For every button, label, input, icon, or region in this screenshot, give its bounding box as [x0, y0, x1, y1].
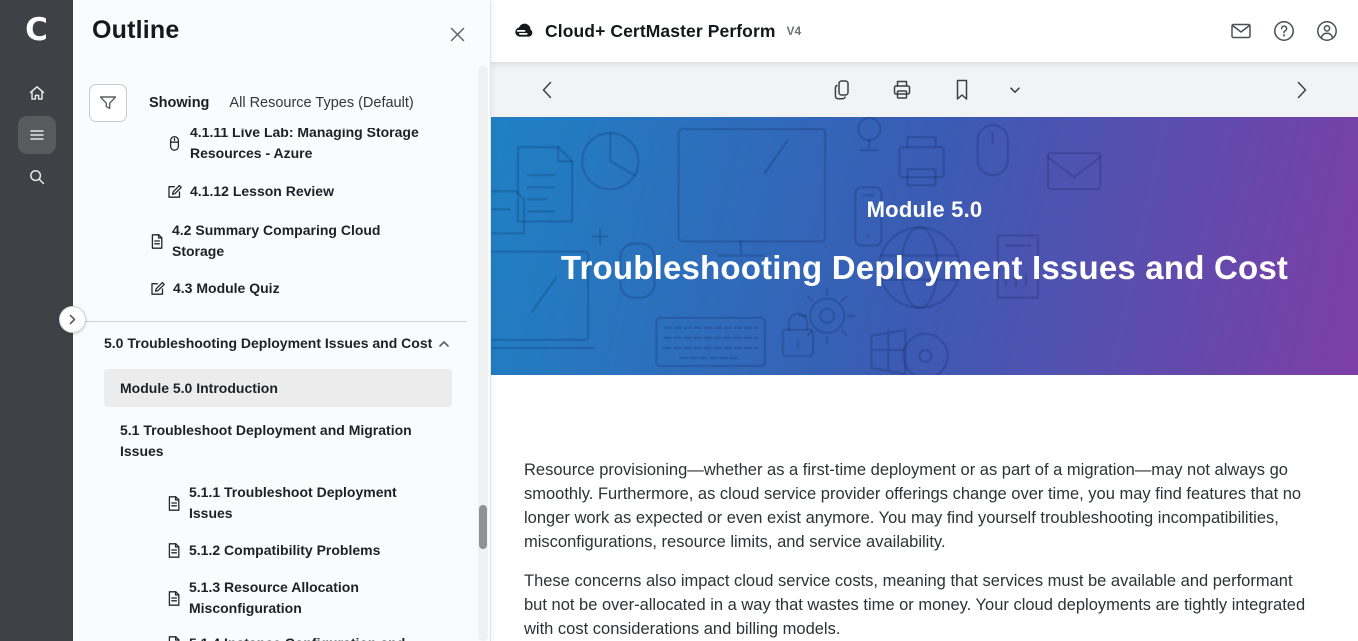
banner-title: Troubleshooting Deployment Issues and Co… — [561, 249, 1288, 287]
chevron-right-icon — [1295, 80, 1309, 100]
product-title: Cloud+ CertMaster Perform — [545, 21, 776, 42]
document-icon — [166, 495, 182, 512]
filter-funnel-icon — [98, 93, 118, 113]
print-button[interactable] — [885, 73, 919, 107]
home-icon — [27, 83, 47, 103]
messages-button[interactable] — [1228, 18, 1254, 44]
outline-collapse-toggle[interactable] — [59, 306, 86, 333]
help-icon — [1272, 19, 1296, 43]
banner-module-label: Module 5.0 — [867, 197, 983, 223]
outline-panel: Outline Showing All Resource Types (Defa… — [73, 0, 491, 641]
outline-item-4-1-11[interactable]: 4.1.11 Live Lab: Managing Storage Resour… — [166, 128, 442, 164]
mouse-icon — [166, 135, 183, 152]
paragraph-2: These concerns also impact cloud service… — [524, 569, 1319, 641]
chevron-down-icon — [1009, 84, 1021, 96]
outline-item-module-5-0-intro-selected[interactable]: Module 5.0 Introduction — [104, 369, 452, 407]
help-button[interactable] — [1271, 18, 1297, 44]
document-icon — [166, 590, 182, 607]
bookmark-icon — [952, 78, 972, 102]
account-icon — [1315, 19, 1339, 43]
outline-divider — [85, 321, 467, 322]
outline-scrollbar-track[interactable] — [478, 66, 488, 641]
document-icon — [166, 542, 182, 559]
bookmark-menu-button[interactable] — [1005, 73, 1025, 107]
comptia-logo: C — [25, 8, 48, 52]
app: C Outline Showing All Resource Types (De… — [0, 0, 1358, 641]
outline-menu-button[interactable] — [18, 116, 56, 154]
outline-scrollbar-thumb[interactable] — [479, 505, 487, 549]
paragraph-1: Resource provisioning—whether as a first… — [524, 458, 1319, 554]
lesson-content: Resource provisioning—whether as a first… — [491, 375, 1358, 641]
topbar: Cloud+ CertMaster Perform V4 — [491, 0, 1358, 62]
filter-button[interactable] — [89, 84, 127, 122]
outline-item-4-1-12[interactable]: 4.1.12 Lesson Review — [166, 181, 334, 202]
outline-section-5-0[interactable]: 5.0 Troubleshooting Deployment Issues an… — [104, 333, 450, 354]
app-title: Cloud+ CertMaster Perform V4 — [509, 21, 801, 42]
product-version: V4 — [787, 24, 802, 38]
search-button[interactable] — [18, 158, 56, 196]
outline-item-4-3[interactable]: 4.3 Module Quiz — [149, 278, 280, 299]
filter-row: Showing All Resource Types (Default) — [89, 84, 414, 122]
document-icon — [166, 635, 182, 641]
edit-icon — [166, 183, 183, 200]
rail-nav — [18, 74, 56, 196]
toolbar-center-group — [491, 62, 1358, 117]
close-outline-button[interactable] — [445, 22, 469, 46]
menu-icon — [27, 125, 47, 145]
cloud-icon — [509, 21, 536, 42]
outline-item-5-1[interactable]: 5.1 Troubleshoot Deployment and Migratio… — [120, 420, 428, 462]
chevron-up-icon — [438, 338, 450, 350]
account-button[interactable] — [1314, 18, 1340, 44]
search-icon — [27, 167, 47, 187]
outline-item-5-1-2[interactable]: 5.1.2 Compatibility Problems — [166, 540, 380, 561]
module-banner: Module 5.0 Troubleshooting Deployment Is… — [491, 117, 1358, 375]
edit-icon — [149, 280, 166, 297]
main-area: Cloud+ CertMaster Perform V4 — [491, 0, 1358, 641]
copy-button[interactable] — [825, 73, 859, 107]
outline-tree: 4.1.11 Live Lab: Managing Storage Resour… — [73, 128, 474, 641]
outline-item-4-2[interactable]: 4.2 Summary Comparing Cloud Storage — [149, 220, 384, 262]
banner-text: Module 5.0 Troubleshooting Deployment Is… — [491, 117, 1358, 375]
copy-icon — [831, 78, 853, 102]
outline-item-5-1-3[interactable]: 5.1.3 Resource Allocation Misconfigurati… — [166, 577, 414, 619]
lesson-toolbar — [491, 62, 1358, 117]
bookmark-button[interactable] — [945, 73, 979, 107]
document-icon — [149, 233, 165, 250]
outline-item-5-1-1[interactable]: 5.1.1 Troubleshoot Deployment Issues — [166, 482, 414, 524]
outline-item-5-1-4[interactable]: 5.1.4 Instance Configuration and — [166, 633, 429, 641]
resource-filter-value[interactable]: All Resource Types (Default) — [229, 95, 413, 111]
topbar-actions — [1228, 18, 1340, 44]
next-page-button[interactable] — [1280, 62, 1324, 117]
chevron-right-icon — [67, 314, 78, 325]
printer-icon — [890, 78, 914, 102]
mail-icon — [1229, 19, 1253, 43]
close-icon — [448, 25, 467, 44]
home-button[interactable] — [18, 74, 56, 112]
outline-title: Outline — [92, 16, 180, 45]
showing-label: Showing — [149, 95, 209, 111]
